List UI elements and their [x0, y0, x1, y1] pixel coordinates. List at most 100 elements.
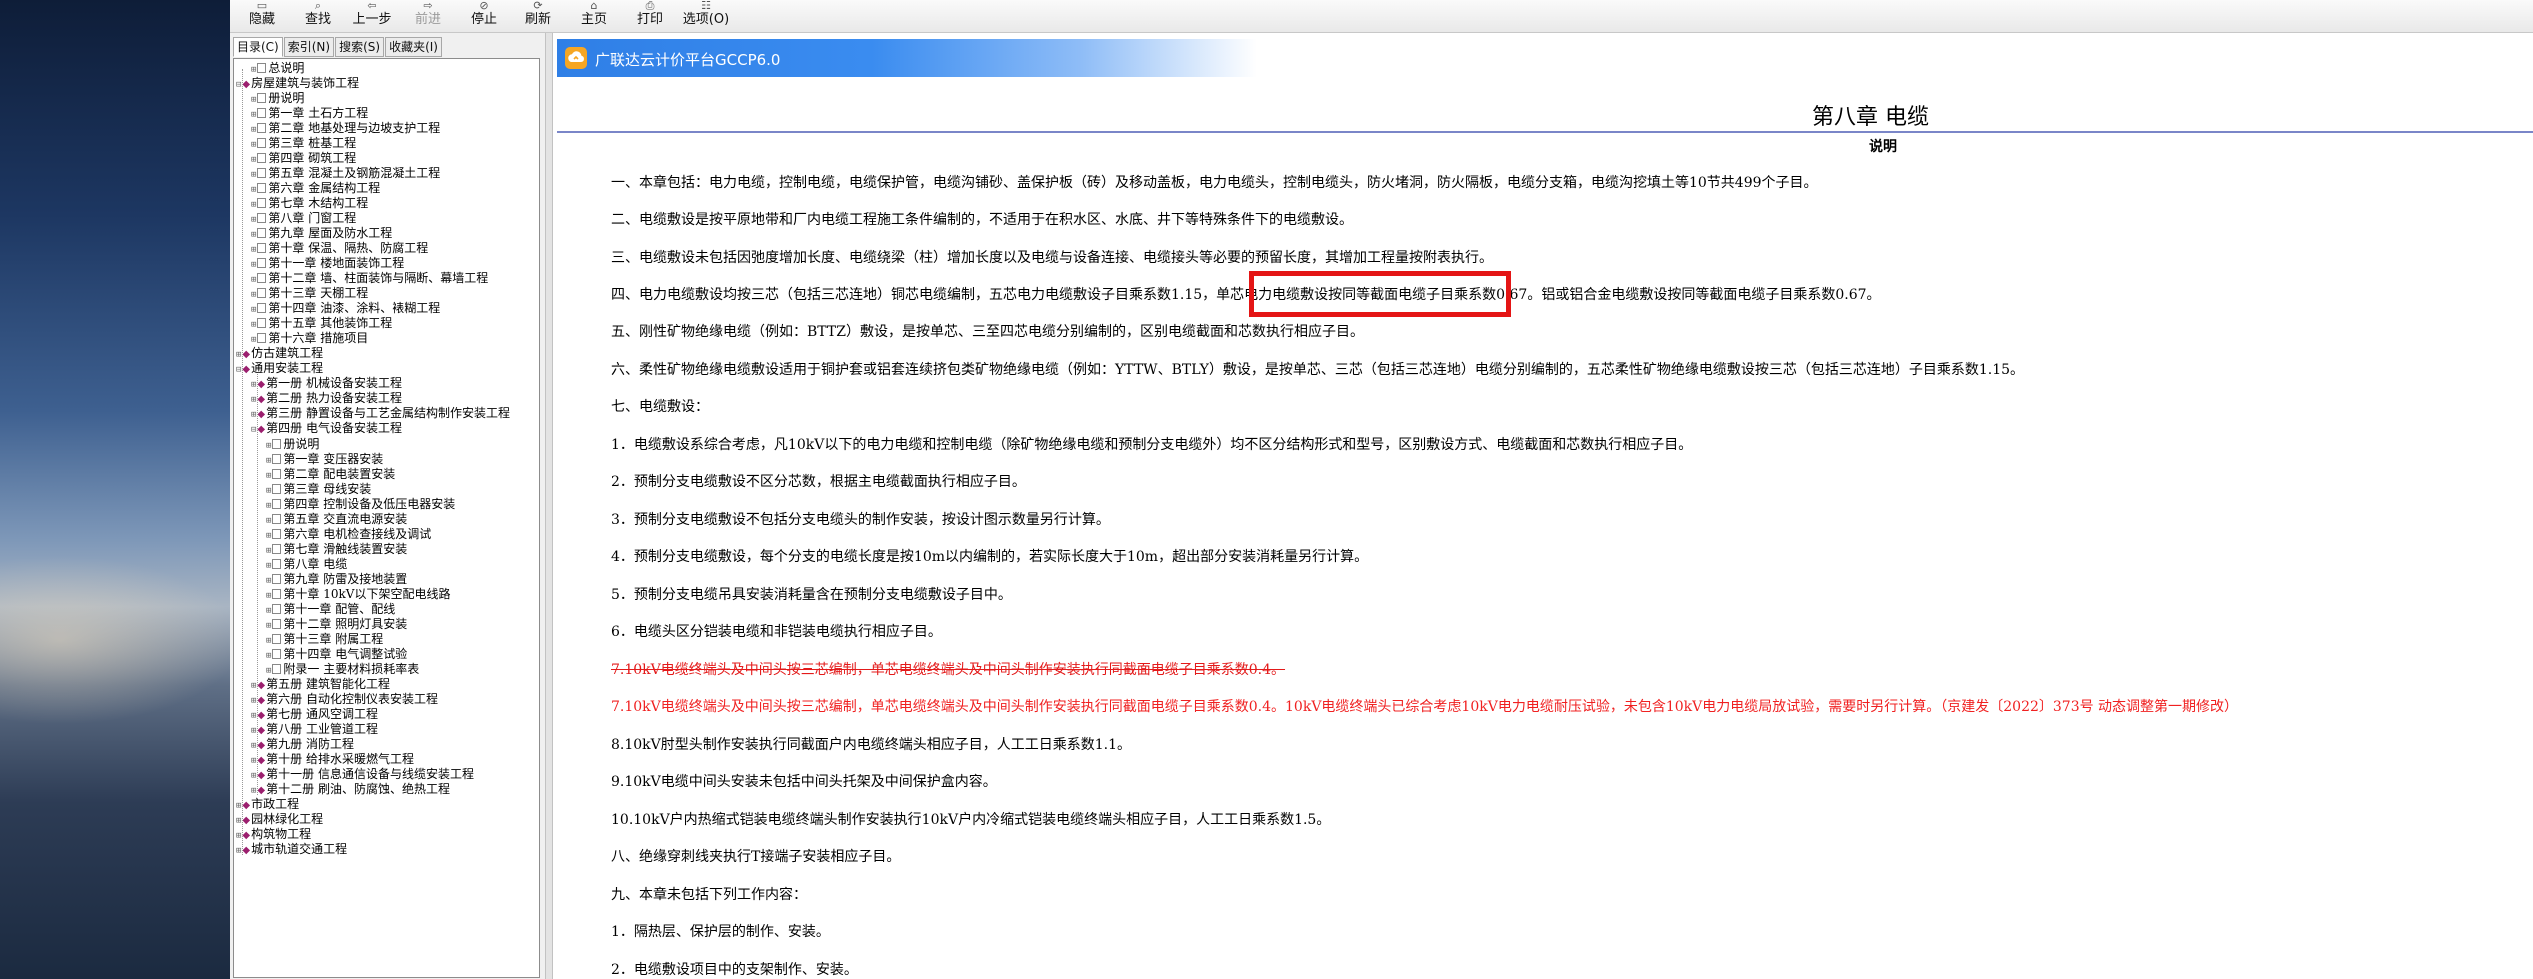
tab-favorites[interactable]: 收藏夹(I) — [385, 37, 442, 57]
toolbar-button-print[interactable]: ⎙ 打印 — [624, 0, 676, 32]
page-expander-icon[interactable]: ⊞ — [251, 335, 256, 345]
page-expander-icon[interactable]: ⊞ — [266, 576, 271, 586]
page-expander-icon[interactable]: ⊞ — [251, 215, 256, 225]
tree-item[interactable]: ⊞◆第十一册 信息通信设备与线缆安装工程 — [251, 767, 474, 782]
expand-icon[interactable]: ⊞ — [251, 771, 256, 781]
tree-item[interactable]: ⊞ 第四章 砌筑工程 — [251, 151, 356, 166]
expand-icon[interactable]: ⊞ — [236, 801, 241, 811]
tree-item[interactable]: ⊞ 第三章 母线安装 — [266, 482, 371, 497]
tree-item[interactable]: ⊞ 第十章 保温、隔热、防腐工程 — [251, 241, 428, 256]
tree-item[interactable]: ⊞◆第三册 静置设备与工艺金属结构制作安装工程 — [251, 406, 510, 421]
page-expander-icon[interactable]: ⊞ — [266, 666, 271, 676]
toolbar-button-refresh[interactable]: ⟳ 刷新 — [512, 0, 564, 32]
tree-item[interactable]: ⊞◆第九册 消防工程 — [251, 737, 354, 752]
tree-item[interactable]: ⊞ 第十章 10kV以下架空配电线路 — [266, 587, 450, 602]
expand-icon[interactable]: ⊞ — [251, 696, 256, 706]
tree-item[interactable]: ⊟◆房屋建筑与装饰工程 — [236, 76, 359, 91]
toolbar-button-hide[interactable]: ▭ 隐藏 — [236, 0, 288, 32]
page-expander-icon[interactable]: ⊞ — [251, 95, 256, 105]
tab-search[interactable]: 搜索(S) — [335, 37, 385, 57]
page-expander-icon[interactable]: ⊞ — [251, 125, 256, 135]
expand-icon[interactable]: ⊞ — [236, 831, 241, 841]
page-expander-icon[interactable]: ⊞ — [251, 200, 256, 210]
page-expander-icon[interactable]: ⊞ — [266, 486, 271, 496]
page-expander-icon[interactable]: ⊞ — [266, 561, 271, 571]
tree-item[interactable]: ⊞◆城市轨道交通工程 — [236, 842, 347, 857]
tree-item[interactable]: ⊞ 总说明 — [251, 61, 304, 76]
page-expander-icon[interactable]: ⊞ — [266, 501, 271, 511]
expand-icon[interactable]: ⊞ — [251, 681, 256, 691]
page-expander-icon[interactable]: ⊞ — [266, 531, 271, 541]
tab-index[interactable]: 索引(N) — [283, 37, 335, 57]
tree-item[interactable]: ⊞ 第十六章 措施项目 — [251, 331, 368, 346]
tree-item[interactable]: ⊞ 附录一 主要材料损耗率表 — [266, 662, 419, 677]
tree-item[interactable]: ⊞ 第十三章 附属工程 — [266, 632, 383, 647]
tree-item[interactable]: ⊟◆通用安装工程 — [236, 361, 323, 376]
expand-icon[interactable]: ⊞ — [236, 350, 241, 360]
tree-item[interactable]: ⊞◆第七册 通风空调工程 — [251, 707, 378, 722]
expand-icon[interactable]: ⊞ — [236, 816, 241, 826]
tree-item[interactable]: ⊞ 第四章 控制设备及低压电器安装 — [266, 497, 455, 512]
tree-item[interactable]: ⊞ 第九章 屋面及防水工程 — [251, 226, 392, 241]
tree-item[interactable]: ⊞◆第十二册 刷油、防腐蚀、绝热工程 — [251, 782, 450, 797]
collapse-icon[interactable]: ⊟ — [236, 365, 241, 375]
tree-item[interactable]: ⊞ 册说明 — [266, 437, 319, 452]
tree-item[interactable]: ⊞ 册说明 — [251, 91, 304, 106]
page-expander-icon[interactable]: ⊞ — [266, 471, 271, 481]
tree-item[interactable]: ⊞ 第五章 交直流电源安装 — [266, 512, 407, 527]
toolbar-button-find[interactable]: ⌕ 查找 — [292, 0, 344, 32]
tree-item[interactable]: ⊞ 第十三章 天棚工程 — [251, 286, 368, 301]
page-expander-icon[interactable]: ⊞ — [251, 185, 256, 195]
expand-icon[interactable]: ⊞ — [236, 846, 241, 856]
tab-contents[interactable]: 目录(C) — [233, 37, 283, 57]
tree-item[interactable]: ⊞ 第十二章 墙、柱面装饰与隔断、幕墙工程 — [251, 271, 488, 286]
page-expander-icon[interactable]: ⊞ — [266, 441, 271, 451]
page-expander-icon[interactable]: ⊞ — [251, 245, 256, 255]
tree-item[interactable]: ⊞ 第一章 土石方工程 — [251, 106, 368, 121]
expand-icon[interactable]: ⊞ — [251, 395, 256, 405]
toolbar-button-back[interactable]: ⇦ 上一步 — [346, 0, 398, 32]
tree-item[interactable]: ⊞ 第十四章 电气调整试验 — [266, 647, 407, 662]
tree-item[interactable]: ⊞◆第十册 给排水采暖燃气工程 — [251, 752, 414, 767]
expand-icon[interactable]: ⊞ — [251, 380, 256, 390]
page-expander-icon[interactable]: ⊞ — [251, 275, 256, 285]
tree-item[interactable]: ⊞ 第七章 木结构工程 — [251, 196, 368, 211]
page-expander-icon[interactable]: ⊞ — [251, 170, 256, 180]
tree-item[interactable]: ⊞ 第九章 防雷及接地装置 — [266, 572, 407, 587]
page-expander-icon[interactable]: ⊞ — [266, 621, 271, 631]
tree-item[interactable]: ⊞◆仿古建筑工程 — [236, 346, 323, 361]
toolbar-button-options[interactable]: ☷ 选项(O) — [680, 0, 732, 32]
page-expander-icon[interactable]: ⊞ — [251, 155, 256, 165]
page-expander-icon[interactable]: ⊞ — [266, 546, 271, 556]
page-expander-icon[interactable]: ⊞ — [251, 290, 256, 300]
page-expander-icon[interactable]: ⊞ — [251, 110, 256, 120]
contents-tree[interactable]: ⊞ 总说明 ⊟◆房屋建筑与装饰工程 ⊞ 册说明 ⊞ 第一章 土石方工程 ⊞ 第二章 地基处理与边… — [233, 58, 540, 978]
tree-item[interactable]: ⊞ 第二章 配电装置安装 — [266, 467, 395, 482]
tree-item[interactable]: ⊞ 第十五章 其他装饰工程 — [251, 316, 392, 331]
tree-item[interactable]: ⊞◆构筑物工程 — [236, 827, 311, 842]
page-expander-icon[interactable]: ⊞ — [266, 456, 271, 466]
tree-item[interactable]: ⊞ 第十一章 配管、配线 — [266, 602, 395, 617]
tree-item[interactable]: ⊞ 第十一章 楼地面装饰工程 — [251, 256, 404, 271]
tree-item[interactable]: ⊟◆第四册 电气设备安装工程 — [251, 421, 402, 436]
tree-item[interactable]: ⊞ 第五章 混凝土及钢筋混凝土工程 — [251, 166, 440, 181]
tree-item[interactable]: ⊞ 第六章 电机检查接线及调试 — [266, 527, 431, 542]
tree-item[interactable]: ⊞◆第二册 热力设备安装工程 — [251, 391, 402, 406]
tree-item[interactable]: ⊞ 第七章 滑触线装置安装 — [266, 542, 407, 557]
tree-item[interactable]: ⊞ 第一章 变压器安装 — [266, 452, 383, 467]
page-expander-icon[interactable]: ⊞ — [266, 516, 271, 526]
collapse-icon[interactable]: ⊟ — [236, 80, 241, 90]
tree-item[interactable]: ⊞ 第三章 桩基工程 — [251, 136, 356, 151]
toolbar-button-home[interactable]: ⌂ 主页 — [568, 0, 620, 32]
page-expander-icon[interactable]: ⊞ — [266, 636, 271, 646]
tree-item[interactable]: ⊞◆第一册 机械设备安装工程 — [251, 376, 402, 391]
expand-icon[interactable]: ⊞ — [251, 410, 256, 420]
page-expander-icon[interactable]: ⊞ — [251, 230, 256, 240]
tree-item[interactable]: ⊞ 第十四章 油漆、涂料、裱糊工程 — [251, 301, 440, 316]
collapse-icon[interactable]: ⊟ — [251, 425, 256, 435]
tree-item[interactable]: ⊞◆第五册 建筑智能化工程 — [251, 677, 390, 692]
tree-item[interactable]: ⊞ 第二章 地基处理与边坡支护工程 — [251, 121, 440, 136]
expand-icon[interactable]: ⊞ — [251, 756, 256, 766]
expand-icon[interactable]: ⊞ — [251, 741, 256, 751]
page-expander-icon[interactable]: ⊞ — [266, 606, 271, 616]
